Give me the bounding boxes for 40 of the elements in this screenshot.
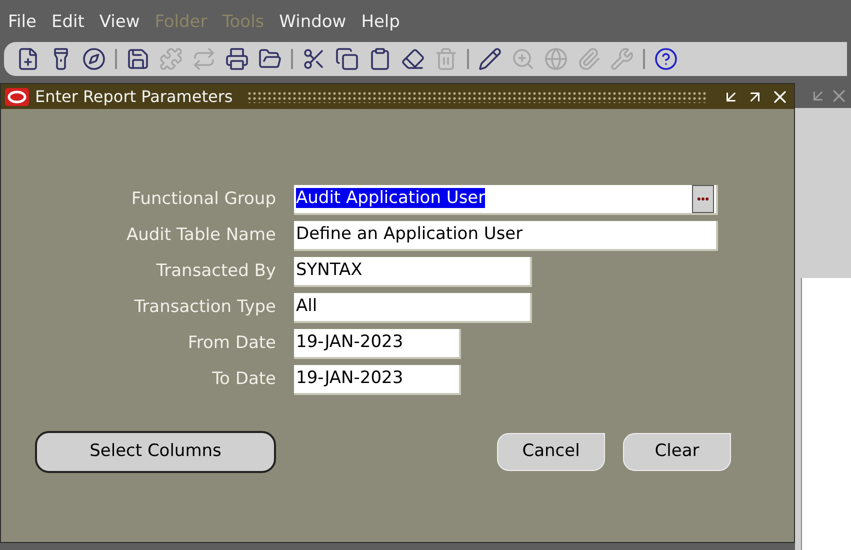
menu-item[interactable]: Window xyxy=(279,10,346,42)
help-icon[interactable] xyxy=(654,47,678,71)
text-field[interactable]: 19-JAN-2023 xyxy=(294,329,461,359)
dialog-button[interactable]: Cancel xyxy=(497,433,605,471)
text-field[interactable]: All xyxy=(294,293,532,323)
folder-icon[interactable] xyxy=(258,47,282,71)
field-label: Transacted By xyxy=(155,260,276,284)
save-icon[interactable] xyxy=(126,47,150,71)
menu-item[interactable]: Edit xyxy=(51,10,84,42)
dialog-button[interactable]: Select Columns xyxy=(35,431,276,473)
text-field[interactable]: Audit Application User xyxy=(294,185,718,215)
field-value: Define an Application User xyxy=(296,223,524,246)
field-label: From Date xyxy=(186,332,276,356)
app-logo-icon xyxy=(5,88,29,106)
window-title: Enter Report Parameters xyxy=(35,86,233,108)
field-value: 19-JAN-2023 xyxy=(296,367,404,390)
paste-icon[interactable] xyxy=(368,47,392,71)
field-label: Transaction Type xyxy=(133,296,276,320)
eraser-icon[interactable] xyxy=(401,47,425,71)
field-label: Functional Group xyxy=(130,188,276,212)
menu-item[interactable]: File xyxy=(8,10,36,42)
list-of-values-button[interactable] xyxy=(692,185,714,213)
field-label: Audit Table Name xyxy=(125,224,276,248)
field-label: To Date xyxy=(211,368,276,392)
compass-icon[interactable] xyxy=(82,47,106,71)
copy-icon[interactable] xyxy=(335,47,359,71)
pencil-icon[interactable] xyxy=(478,47,502,71)
field-value: SYNTAX xyxy=(296,259,364,282)
text-field[interactable]: Define an Application User xyxy=(294,221,718,251)
new-document-icon[interactable] xyxy=(16,47,40,71)
text-field[interactable]: SYNTAX xyxy=(294,257,532,287)
field-value: All xyxy=(296,295,318,318)
print-icon[interactable] xyxy=(225,47,249,71)
menu-item[interactable]: View xyxy=(99,10,140,42)
dialog-button[interactable]: Clear xyxy=(623,433,731,471)
field-value: 19-JAN-2023 xyxy=(296,331,404,354)
field-value: Audit Application User xyxy=(296,187,486,210)
menu-item[interactable]: Help xyxy=(361,10,400,42)
text-field[interactable]: 19-JAN-2023 xyxy=(294,365,461,395)
cut-icon[interactable] xyxy=(302,47,326,71)
